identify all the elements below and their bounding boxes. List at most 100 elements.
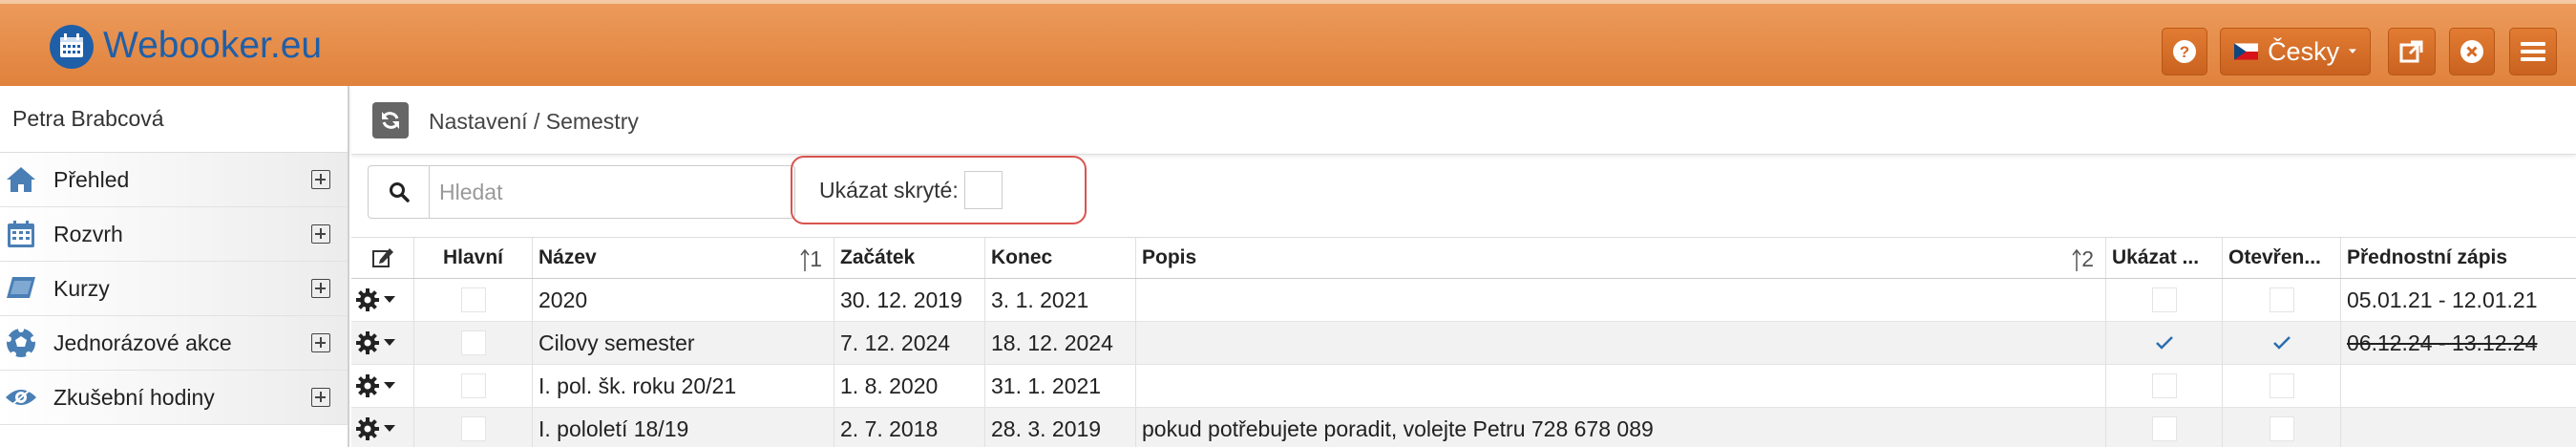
- column-header-main[interactable]: Hlavní: [414, 238, 533, 278]
- main-checkbox-cell: [414, 322, 533, 364]
- cell-name: 2020: [533, 279, 834, 321]
- calendar-icon: [2, 215, 40, 253]
- cell-description: [1136, 365, 2106, 407]
- eye-icon: [2, 378, 40, 416]
- row-actions-gear[interactable]: [351, 279, 414, 321]
- hamburger-menu-icon: [2521, 42, 2545, 61]
- row-actions-gear[interactable]: [351, 322, 414, 364]
- expand-plus-icon[interactable]: [311, 224, 330, 244]
- sidebar-item-courses[interactable]: Kurzy: [0, 262, 348, 316]
- show-checkbox-cell: [2106, 365, 2223, 407]
- sidebar-item-one-time-events[interactable]: Jednorázové akce: [0, 316, 348, 371]
- app-logo[interactable]: Webooker.eu: [44, 21, 322, 71]
- close-circle-icon: [2460, 40, 2483, 63]
- main-checkbox[interactable]: [460, 330, 486, 355]
- caret-down-icon: [384, 296, 395, 304]
- close-button[interactable]: [2449, 28, 2495, 75]
- sort-ascending-indicator: 2: [2072, 246, 2094, 272]
- open-external-button[interactable]: [2388, 28, 2436, 75]
- home-icon: [2, 160, 40, 199]
- show-checkbox-cell: [2106, 322, 2223, 364]
- main-checkbox[interactable]: [460, 416, 486, 441]
- sidebar-item-label: Zkušební hodiny: [53, 384, 215, 410]
- cell-end: 18. 12. 2024: [985, 322, 1136, 364]
- bulk-edit-header[interactable]: [351, 238, 414, 278]
- question-circle-icon: ?: [2173, 40, 2196, 63]
- cell-description: pokud potřebujete poradit, volejte Petru…: [1136, 408, 2106, 447]
- language-dropdown[interactable]: Česky: [2220, 28, 2371, 75]
- table-row[interactable]: 2020 30. 12. 2019 3. 1. 2021 05.01.21 - 12.…: [351, 279, 2576, 322]
- show-checkbox-cell: [2106, 408, 2223, 447]
- sidebar-item-overview[interactable]: Přehled: [0, 153, 348, 207]
- book-icon: [2, 269, 40, 308]
- table-row[interactable]: I. pol. šk. roku 20/21 1. 8. 2020 31. 1. 2…: [351, 365, 2576, 408]
- sort-ascending-indicator: 1: [800, 246, 822, 272]
- show-checkbox[interactable]: [2151, 373, 2177, 398]
- column-header-description[interactable]: Popis 2: [1136, 238, 2106, 278]
- breadcrumb-bar: Nastavení / Semestry: [351, 86, 2576, 155]
- sort-arrow-icon: [2072, 248, 2081, 271]
- column-header-start[interactable]: Začátek: [834, 238, 985, 278]
- main-checkbox-cell: [414, 279, 533, 321]
- open-checkbox[interactable]: [2269, 287, 2294, 312]
- show-checkbox[interactable]: [2151, 287, 2177, 312]
- caret-down-icon: [384, 425, 395, 433]
- sidebar: Petra Brabcová Přehled Rozvrh Kurzy Jedn…: [0, 86, 349, 447]
- expand-plus-icon[interactable]: [311, 388, 330, 407]
- refresh-icon: [382, 112, 399, 129]
- refresh-button[interactable]: [372, 102, 409, 138]
- column-header-priority[interactable]: Přednostní zápis: [2341, 238, 2576, 278]
- column-header-name[interactable]: Název 1: [533, 238, 834, 278]
- cell-end: 28. 3. 2019: [985, 408, 1136, 447]
- column-header-show[interactable]: Ukázat ...: [2106, 238, 2223, 278]
- table-body: 2020 30. 12. 2019 3. 1. 2021 05.01.21 - 12.…: [351, 279, 2576, 447]
- cell-start: 7. 12. 2024: [834, 322, 985, 364]
- table-row[interactable]: I. pololetí 18/19 2. 7. 2018 28. 3. 2019 po…: [351, 408, 2576, 447]
- row-actions-gear[interactable]: [351, 365, 414, 407]
- check-icon[interactable]: [2272, 335, 2291, 351]
- cell-start: 1. 8. 2020: [834, 365, 985, 407]
- sidebar-item-trial-lessons[interactable]: Zkušební hodiny: [0, 371, 348, 425]
- main-checkbox[interactable]: [460, 287, 486, 312]
- open-checkbox[interactable]: [2269, 416, 2294, 441]
- caret-down-icon: [384, 339, 395, 347]
- sort-order-number: 2: [2081, 246, 2094, 271]
- gear-icon: [355, 287, 380, 312]
- row-actions-gear[interactable]: [351, 408, 414, 447]
- show-hidden-label: Ukázat skryté:: [819, 177, 959, 202]
- open-checkbox-cell: [2223, 365, 2341, 407]
- show-hidden-checkbox[interactable]: [963, 171, 1003, 209]
- sort-arrow-icon: [800, 248, 810, 271]
- cell-start: 2. 7. 2018: [834, 408, 985, 447]
- expand-plus-icon[interactable]: [311, 279, 330, 298]
- gear-icon: [355, 373, 380, 398]
- sidebar-item-schedule[interactable]: Rozvrh: [0, 207, 348, 262]
- soccer-ball-icon: [2, 324, 40, 362]
- cell-priority: 05.01.21 - 12.01.21: [2347, 287, 2538, 312]
- main-checkbox[interactable]: [460, 373, 486, 398]
- menu-button[interactable]: [2509, 28, 2557, 75]
- show-checkbox-cell: [2106, 279, 2223, 321]
- column-header-end[interactable]: Konec: [985, 238, 1136, 278]
- search-input[interactable]: [429, 165, 795, 219]
- table-row[interactable]: Cilovy semester 7. 12. 2024 18. 12. 2024 06…: [351, 322, 2576, 365]
- caret-down-icon: [384, 382, 395, 390]
- main-checkbox-cell: [414, 408, 533, 447]
- cell-end: 31. 1. 2021: [985, 365, 1136, 407]
- breadcrumb: Nastavení / Semestry: [429, 109, 639, 134]
- gear-icon: [355, 330, 380, 355]
- svg-text:?: ?: [2180, 43, 2189, 61]
- expand-plus-icon[interactable]: [311, 333, 330, 352]
- check-icon[interactable]: [2155, 335, 2174, 351]
- open-checkbox[interactable]: [2269, 373, 2294, 398]
- cell-name: I. pololetí 18/19: [533, 408, 834, 447]
- edit-icon: [371, 248, 393, 267]
- column-header-open[interactable]: Otevřen...: [2223, 238, 2341, 278]
- sidebar-item-label: Jednorázové akce: [53, 330, 232, 355]
- help-button[interactable]: ?: [2162, 28, 2207, 75]
- show-checkbox[interactable]: [2151, 416, 2177, 441]
- show-hidden-filter: Ukázat skryté:: [791, 156, 1087, 224]
- cell-end: 3. 1. 2021: [985, 279, 1136, 321]
- expand-plus-icon[interactable]: [311, 170, 330, 189]
- open-checkbox-cell: [2223, 408, 2341, 447]
